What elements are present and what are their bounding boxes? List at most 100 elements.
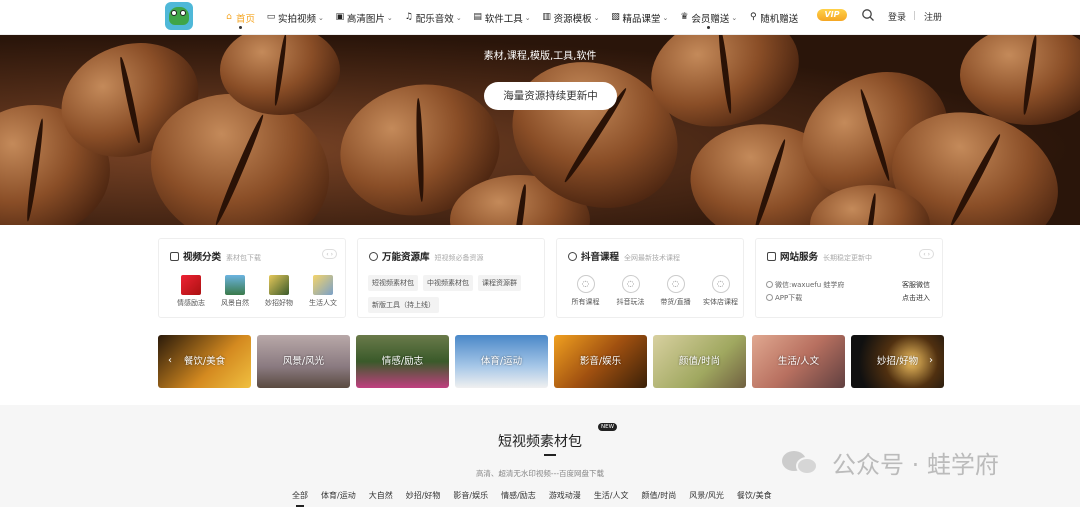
category-label: 体育/运动 [480, 356, 523, 367]
nav-item-label: 首页 [236, 13, 256, 25]
card-title: 网站服务 [780, 252, 819, 263]
frog-logo-icon [169, 7, 189, 25]
nav-item-home[interactable]: ⌂ 首页 [224, 0, 255, 35]
login-link[interactable]: 登录 [888, 10, 906, 23]
category-tile[interactable]: 影音/娱乐 [554, 335, 647, 388]
filter-tab[interactable]: 妙招/好物 [406, 490, 441, 501]
hero-pill-button[interactable]: 海量资源持续更新中 [484, 82, 617, 110]
category-tile[interactable]: 颜值/时尚 [653, 335, 746, 388]
category-tiles: ‹ 餐饮/美食 风景/风光 情感/励志 体育/运动 影音/娱乐 颜值/时尚 生活… [158, 335, 944, 388]
register-link[interactable]: 注册 [924, 10, 942, 23]
category-label: 生活/人文 [777, 356, 820, 367]
tag-item[interactable]: 课程资源群 [478, 275, 521, 291]
chevron-down-icon: ⌄ [593, 13, 600, 22]
filter-tabs: 全部 体育/运动 大自然 妙招/好物 影音/娱乐 情感/励志 游戏动漫 生活/人… [292, 490, 785, 507]
category-tile[interactable]: 情感/励志 [356, 335, 449, 388]
filter-tab[interactable]: 情感/励志 [501, 490, 536, 501]
logo-eye-right [180, 10, 186, 16]
filter-tab[interactable]: 生活/人文 [594, 490, 629, 501]
chevron-down-icon: ⌄ [524, 13, 531, 22]
filter-tab[interactable]: 风景/风光 [689, 490, 724, 501]
tag-item[interactable]: 短视频素材包 [368, 275, 418, 291]
filter-tab[interactable]: 大自然 [369, 490, 393, 501]
nav-item-templates[interactable]: ▥ 资源模板 ⌄ [542, 0, 600, 35]
nav-item-courses[interactable]: ▧ 精品课堂 ⌄ [610, 0, 668, 35]
course-item[interactable]: ◌ 所有课程 [563, 275, 608, 307]
thumb-image [313, 275, 333, 295]
card-site-service: 网站服务 长期稳定更新中 ‹ › 微信:waxuefu 蛙学府 客服微信 APP下… [755, 238, 943, 318]
check-icon [766, 281, 773, 288]
thumb-item[interactable]: 风景自然 [213, 275, 257, 308]
category-label: 影音/娱乐 [579, 356, 622, 367]
category-tile[interactable]: 风景/风光 [257, 335, 350, 388]
course-item[interactable]: ◌ 抖音玩法 [608, 275, 653, 307]
thumb-label: 生活人文 [309, 299, 337, 307]
card-title: 抖音课程 [581, 252, 620, 263]
nav-item-music[interactable]: ♫ 配乐音效 ⌄ [404, 0, 462, 35]
category-label: 情感/励志 [381, 356, 424, 367]
site-logo[interactable] [165, 2, 193, 30]
chevron-down-icon: ⌄ [455, 13, 462, 22]
thumb-label: 妙招好物 [265, 299, 293, 307]
thumb-item[interactable]: 妙招好物 [257, 275, 301, 308]
title-underline [544, 454, 556, 456]
service-text: 微信:waxuefu 蛙学府 [775, 281, 845, 289]
course-item[interactable]: ◌ 带货/直播 [653, 275, 698, 307]
filter-tab[interactable]: 游戏动漫 [549, 490, 581, 501]
logo-eye-left [171, 10, 177, 16]
card-subtitle: 素材包下载 [226, 254, 262, 262]
course-list: ◌ 所有课程 ◌ 抖音玩法 ◌ 带货/直播 ◌ 实体店课程 [563, 275, 743, 307]
wechat-watermark: 公众号 · 蛙学府 [782, 445, 999, 480]
course-label: 所有课程 [571, 298, 600, 306]
category-label: 餐饮/美食 [183, 356, 226, 367]
card-video-category: 视频分类 素材包下载 ‹ › 情感励志 风景自然 妙招好物 生活人文 [158, 238, 346, 318]
thumb-label: 情感励志 [177, 299, 205, 307]
tag-item[interactable]: 中视频素材包 [423, 275, 473, 291]
nav-item-label: 会员赠送 [691, 13, 730, 25]
chevron-right-icon[interactable]: › [929, 355, 933, 366]
card-arrows[interactable]: ‹ › [919, 249, 934, 259]
nav-item-label: 精品课堂 [622, 13, 661, 25]
new-badge: NEW [598, 423, 618, 431]
card-title: 视频分类 [183, 252, 222, 263]
card-subtitle: 长期稳定更新中 [823, 254, 873, 262]
category-tile[interactable]: 生活/人文 [752, 335, 845, 388]
nav-divider [914, 11, 915, 20]
card-header: 抖音课程 全网最新技术课程 [568, 249, 680, 263]
service-link[interactable]: 点击进入 [902, 293, 930, 303]
chevron-down-icon: ⌄ [318, 13, 324, 22]
thumb-item[interactable]: 情感励志 [169, 275, 213, 308]
tag-item[interactable]: 新版工具（持上线） [368, 297, 439, 313]
category-label: 妙招/好物 [876, 356, 919, 367]
nav-item-random-gift[interactable]: ⚲ 随机赠送 [748, 0, 798, 35]
home-icon: ⌂ [226, 12, 232, 22]
thumb-item[interactable]: 生活人文 [301, 275, 345, 308]
template-icon: ▥ [542, 12, 551, 22]
filter-tab[interactable]: 体育/运动 [321, 490, 356, 501]
filter-tab[interactable]: 影音/娱乐 [453, 490, 488, 501]
tag-list: 短视频素材包 中视频素材包 课程资源群 新版工具（持上线） [368, 275, 538, 319]
folder-icon: ▤ [473, 12, 482, 22]
card-douyin-courses: 抖音课程 全网最新技术课程 ◌ 所有课程 ◌ 抖音玩法 ◌ 带货/直播 ◌ 实体店课程 [556, 238, 744, 318]
filter-tab[interactable]: 颜值/时尚 [642, 490, 677, 501]
chevron-down-icon: ⌄ [662, 13, 669, 22]
card-subtitle: 全网最新技术课程 [624, 254, 681, 262]
nav-item-videos[interactable]: ▭ 实拍视频 ⌄ [266, 0, 324, 35]
nav-item-member-gift[interactable]: ♛ 会员赠送 ⌄ [679, 0, 737, 35]
nav-item-images[interactable]: ▣ 高清图片 ⌄ [335, 0, 393, 35]
course-item[interactable]: ◌ 实体店课程 [698, 275, 743, 307]
category-tile[interactable]: 体育/运动 [455, 335, 548, 388]
chevron-down-icon: ⌄ [386, 13, 393, 22]
service-link[interactable]: 客服微信 [902, 280, 930, 290]
search-icon[interactable] [861, 8, 875, 22]
home-icon [369, 252, 378, 261]
card-arrows[interactable]: ‹ › [322, 249, 337, 259]
filter-tab[interactable]: 餐饮/美食 [737, 490, 772, 501]
book-icon: ▧ [611, 12, 620, 22]
card-header: 万能资源库 短视频必备资源 [369, 249, 484, 263]
chevron-left-icon[interactable]: ‹ [168, 355, 172, 366]
vip-badge[interactable]: VIP [817, 9, 847, 21]
filter-tab[interactable]: 全部 [292, 490, 308, 507]
nav-item-software[interactable]: ▤ 软件工具 ⌄ [473, 0, 531, 35]
course-label: 带货/直播 [660, 298, 691, 306]
